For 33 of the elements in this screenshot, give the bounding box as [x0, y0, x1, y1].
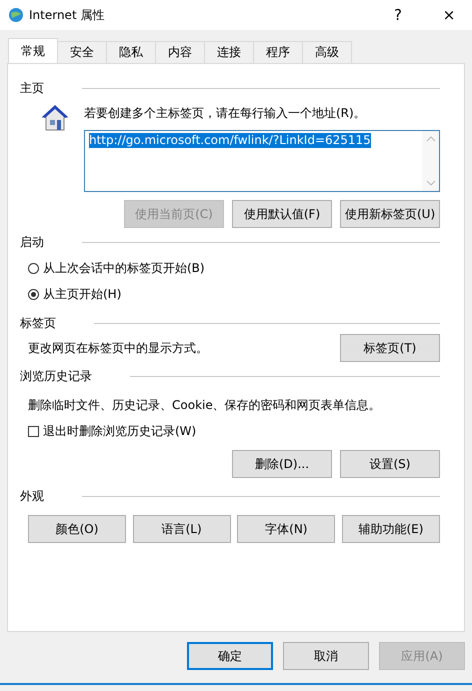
section-heading: 启动	[20, 234, 44, 251]
help-button[interactable]: ?	[375, 0, 421, 30]
button[interactable]: 设置(S)	[340, 450, 440, 478]
window-title: Internet 属性	[29, 6, 104, 24]
button[interactable]: 字体(N)	[237, 515, 336, 543]
close-button[interactable]: ×	[426, 0, 472, 30]
house-icon	[40, 103, 70, 133]
button[interactable]: 颜色(O)	[28, 515, 126, 543]
button[interactable]: 语言(L)	[132, 515, 231, 543]
tab[interactable]: 常规	[8, 38, 58, 63]
option-label: 从主页开始(H)	[43, 286, 122, 302]
tab[interactable]: 高级	[302, 41, 352, 63]
button[interactable]: 辅助功能(E)	[342, 515, 440, 543]
section-heading: 浏览历史记录	[20, 368, 92, 385]
button[interactable]: 取消	[283, 642, 369, 670]
description-text: 更改网页在标签页中的显示方式。	[28, 340, 208, 356]
globe-icon	[8, 7, 24, 23]
button[interactable]: 使用新标签页(U)	[340, 200, 440, 228]
button[interactable]: 使用默认值(F)	[232, 200, 332, 228]
section-heading: 主页	[20, 80, 44, 97]
button[interactable]: 删除(D)...	[232, 450, 332, 478]
checkbox-label: 退出时删除浏览历史记录(W)	[43, 422, 196, 440]
section-heading: 标签页	[20, 315, 56, 332]
radio-button[interactable]	[28, 288, 39, 300]
address-field[interactable]: http://go.microsoft.com/fwlink/?LinkId=625115	[84, 130, 440, 192]
button[interactable]: 标签页(T)	[340, 334, 440, 362]
button[interactable]: 确定	[187, 642, 273, 670]
instruction-text: 若要创建多个主标签页，请在每行输入一个地址(R)。	[84, 105, 367, 122]
section-heading: 外观	[20, 488, 44, 505]
checkbox[interactable]	[28, 426, 39, 436]
option-label: 从上次会话中的标签页开始(B)	[43, 260, 205, 276]
description-text: 删除临时文件、历史记录、Cookie、保存的密码和网页表单信息。	[27, 397, 382, 414]
radio-button[interactable]	[28, 262, 39, 274]
